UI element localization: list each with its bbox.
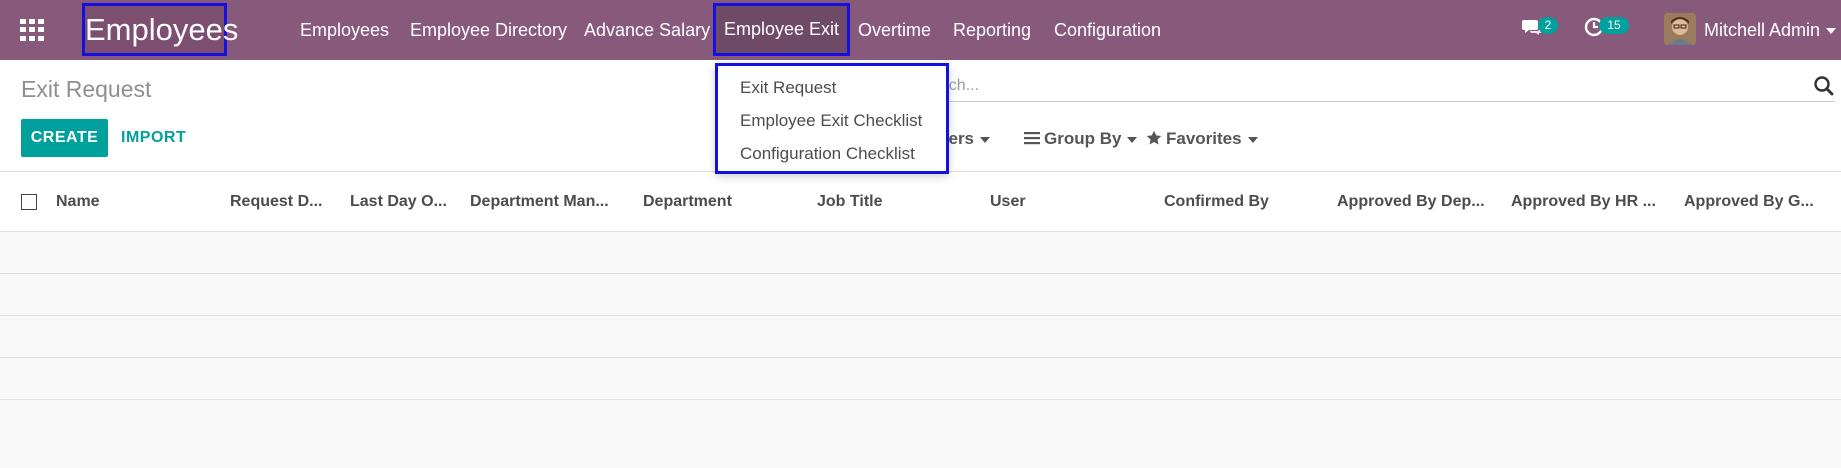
column-header-approved-by-hr[interactable]: Approved By HR ... bbox=[1511, 172, 1666, 231]
column-header-approved-by-department[interactable]: Approved By Dep... bbox=[1337, 172, 1492, 231]
messages-count-badge: 2 bbox=[1538, 17, 1558, 34]
column-header-user[interactable]: User bbox=[990, 172, 1140, 231]
search-bar bbox=[915, 73, 1835, 102]
column-header-department-manager[interactable]: Department Man... bbox=[470, 172, 620, 231]
column-header-job-title[interactable]: Job Title bbox=[817, 172, 967, 231]
employee-exit-dropdown: Exit Request Employee Exit Checklist Con… bbox=[715, 63, 949, 174]
list-row bbox=[0, 274, 1841, 316]
caret-down-icon bbox=[1826, 28, 1837, 35]
activities-count-badge: 15 bbox=[1599, 17, 1629, 34]
caret-down-icon bbox=[1247, 136, 1258, 143]
apps-menu-icon[interactable] bbox=[20, 19, 45, 41]
caret-down-icon bbox=[980, 136, 991, 143]
user-name-label: Mitchell Admin bbox=[1704, 20, 1821, 40]
caret-down-icon bbox=[1127, 136, 1138, 143]
menu-employee-exit[interactable]: Employee Exit bbox=[713, 3, 851, 56]
page-title: Exit Request bbox=[21, 76, 152, 102]
search-input[interactable] bbox=[915, 73, 1795, 99]
group-by-label: Group By bbox=[1044, 129, 1122, 148]
column-header-name[interactable]: Name bbox=[56, 172, 186, 231]
favorites-button[interactable]: Favorites bbox=[1146, 126, 1258, 152]
app-brand[interactable]: Employees bbox=[82, 3, 238, 56]
dropdown-item-configuration-checklist[interactable]: Configuration Checklist bbox=[740, 137, 915, 170]
menu-advance-salary[interactable]: Advance Salary bbox=[584, 0, 710, 60]
column-header-approved-by-general[interactable]: Approved By G... bbox=[1684, 172, 1834, 231]
dropdown-item-employee-exit-checklist[interactable]: Employee Exit Checklist bbox=[740, 104, 922, 137]
favorites-label: Favorites bbox=[1166, 129, 1242, 148]
top-navbar: Employees Employees Employee Directory A… bbox=[0, 0, 1841, 60]
group-by-button[interactable]: Group By bbox=[1024, 126, 1138, 152]
create-button[interactable]: CREATE bbox=[21, 119, 108, 157]
dropdown-item-exit-request[interactable]: Exit Request bbox=[740, 71, 836, 104]
column-header-department[interactable]: Department bbox=[643, 172, 793, 231]
menu-employee-directory[interactable]: Employee Directory bbox=[410, 0, 567, 60]
bars-icon bbox=[1024, 132, 1040, 145]
select-all-checkbox[interactable] bbox=[21, 194, 37, 210]
menu-employees[interactable]: Employees bbox=[300, 0, 389, 60]
menu-configuration[interactable]: Configuration bbox=[1054, 0, 1161, 60]
column-header-confirmed-by[interactable]: Confirmed By bbox=[1164, 172, 1314, 231]
list-row bbox=[0, 316, 1841, 358]
search-icon[interactable] bbox=[1813, 75, 1835, 97]
import-button[interactable]: IMPORT bbox=[121, 119, 186, 157]
column-header-request-date[interactable]: Request D... bbox=[230, 172, 330, 231]
star-icon bbox=[1146, 130, 1162, 145]
list-row bbox=[0, 358, 1841, 400]
list-header: Name Request D... Last Day O... Departme… bbox=[0, 172, 1841, 232]
list-row bbox=[0, 232, 1841, 274]
user-menu[interactable]: Mitchell Admin bbox=[1704, 0, 1837, 60]
menu-reporting[interactable]: Reporting bbox=[953, 0, 1031, 60]
user-avatar[interactable] bbox=[1664, 13, 1696, 45]
menu-overtime[interactable]: Overtime bbox=[858, 0, 931, 60]
column-header-last-day[interactable]: Last Day O... bbox=[350, 172, 450, 231]
